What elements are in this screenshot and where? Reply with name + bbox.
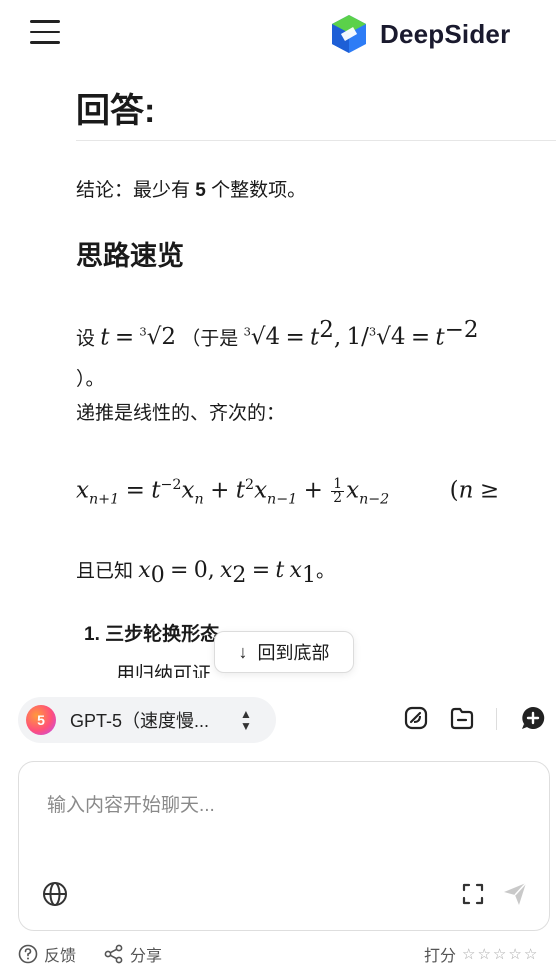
rating: 打分 ☆ ☆ ☆ ☆ ☆ [424, 942, 539, 966]
arrow-down-icon: ↓ [238, 641, 248, 662]
recurrence-description: 递推是线性的、齐次的： [76, 403, 286, 425]
recurrence-equation: xn+1 = t−2xn + t2xn−1 + 1 2 xn−2 (n ≥ [76, 475, 500, 508]
feedback-label: 反馈 [44, 948, 77, 965]
app-name: DeepSider [380, 18, 511, 49]
menu-icon[interactable] [30, 20, 60, 46]
star-icon[interactable]: ☆ [477, 945, 490, 963]
chat-input-box[interactable]: 输入内容开始聊天... [18, 761, 550, 931]
footer: 反馈 分享 打分 ☆ ☆ ☆ ☆ ☆ [0, 942, 560, 970]
star-icon[interactable]: ☆ [493, 945, 506, 963]
answer-content: 回答: 结论：最少有 5 个整数项。 思路速览 设 t = 3√2 （于是 3√… [76, 88, 560, 678]
known-prefix: 且已知 [76, 560, 139, 582]
conclusion-text: 结论：最少有 5 个整数项。 [76, 177, 560, 205]
conclusion-number: 5 [195, 180, 206, 201]
folder-icon[interactable] [449, 705, 475, 731]
definition-close: ）。 [76, 369, 105, 391]
send-icon[interactable] [501, 880, 529, 908]
let-prefix: 设 [76, 328, 101, 350]
star-icon[interactable]: ☆ [462, 945, 475, 963]
model-selector[interactable]: 5 GPT-5（速度慢... ▲ ▼ [18, 697, 276, 743]
new-chat-icon[interactable] [520, 705, 546, 731]
conclusion-prefix: 结论：最少有 [76, 180, 196, 201]
known-suffix: 。 [315, 560, 335, 582]
updown-caret-icon: ▲ ▼ [240, 707, 252, 733]
rate-label: 打分 [424, 948, 457, 965]
expand-icon[interactable] [461, 882, 485, 906]
share-label: 分享 [130, 948, 163, 965]
deepsider-logo-icon [332, 15, 366, 53]
share-icon [104, 944, 123, 964]
header: DeepSider [0, 0, 560, 70]
definition-line: 设 t = 3√2 （于是 3√4 = t2, 1/3√4 = t−2 [76, 317, 479, 351]
known-values: 且已知 x0 = 0, x2 = t x1。 [76, 557, 335, 588]
model-badge: 5 [26, 705, 56, 735]
conclusion-suffix: 个整数项。 [205, 180, 307, 201]
sticker-icon[interactable] [403, 705, 429, 731]
star-icon[interactable]: ☆ [524, 945, 537, 963]
star-icon[interactable]: ☆ [508, 945, 521, 963]
feedback-button[interactable]: 反馈 [18, 942, 76, 966]
help-circle-icon [18, 944, 38, 964]
divider [76, 140, 556, 141]
scroll-to-bottom-label: 回到底部 [257, 643, 330, 663]
scroll-to-bottom-button[interactable]: ↓ 回到底部 [214, 631, 354, 673]
list-item-number: 1. [84, 624, 100, 646]
answer-title: 回答: [76, 92, 156, 130]
share-button[interactable]: 分享 [104, 942, 162, 966]
model-name: GPT-5（速度慢... [70, 711, 210, 731]
let-paren-prefix: （于是 [181, 328, 244, 350]
list-item-heading: 三步轮换形态 [105, 624, 220, 646]
app-logo: DeepSider [328, 13, 510, 55]
globe-icon[interactable] [41, 880, 69, 908]
toolbar-divider [496, 708, 497, 730]
chat-input-placeholder[interactable]: 输入内容开始聊天... [47, 790, 215, 817]
section-heading: 思路速览 [76, 241, 184, 271]
